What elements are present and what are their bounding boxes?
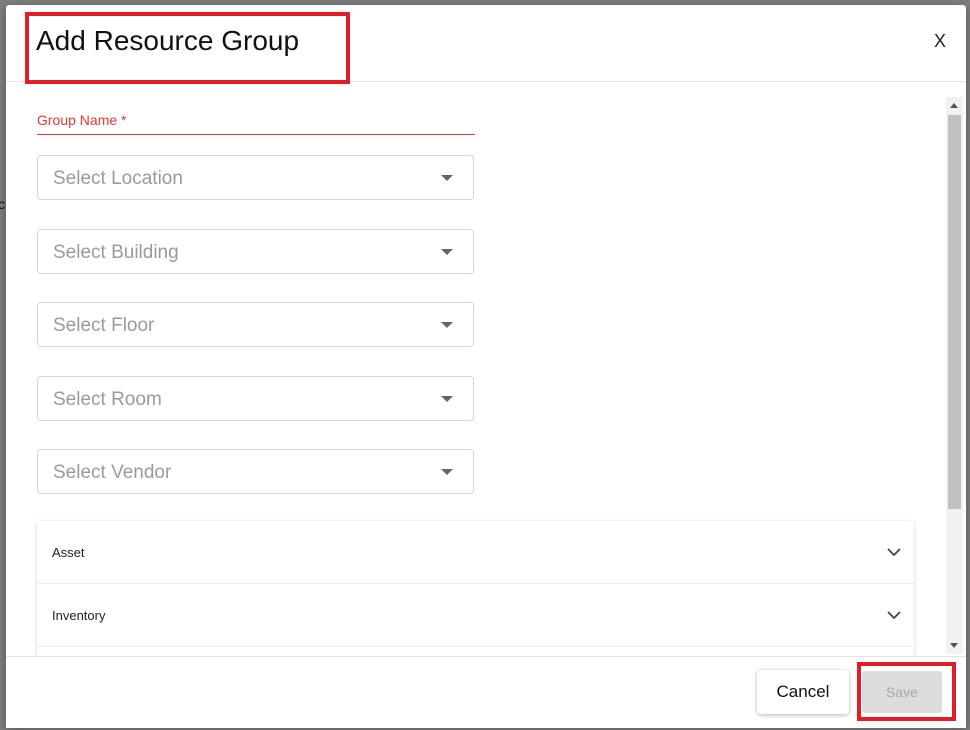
scroll-down-arrow-icon[interactable]	[950, 643, 958, 648]
select-floor-placeholder: Select Floor	[53, 315, 155, 336]
caret-down-icon	[441, 249, 453, 255]
select-building[interactable]: Select Building	[37, 229, 474, 274]
select-room-placeholder: Select Room	[53, 389, 162, 410]
select-vendor-placeholder: Select Vendor	[53, 462, 172, 483]
dialog-footer: Cancel Save	[6, 656, 966, 728]
chevron-down-icon	[887, 548, 901, 557]
background-page-text: c	[0, 196, 5, 212]
chevron-down-icon	[887, 611, 901, 620]
caret-down-icon	[441, 175, 453, 181]
dialog-body: Group Name * Select Location Select Buil…	[6, 82, 966, 656]
select-building-placeholder: Select Building	[53, 242, 179, 263]
add-resource-group-dialog: Add Resource Group X Group Name * Select…	[6, 5, 966, 728]
scroll-up-arrow-icon[interactable]	[950, 103, 958, 108]
caret-down-icon	[441, 396, 453, 402]
select-floor[interactable]: Select Floor	[37, 302, 474, 347]
accordion-item-label: Inventory	[52, 608, 106, 623]
dialog-header: Add Resource Group X	[6, 5, 966, 84]
scrollbar-thumb[interactable]	[948, 115, 961, 509]
select-vendor[interactable]: Select Vendor	[37, 449, 474, 494]
close-button[interactable]: X	[934, 31, 946, 52]
dialog-title: Add Resource Group	[36, 25, 300, 56]
vertical-scrollbar[interactable]	[946, 97, 963, 654]
cancel-button[interactable]: Cancel	[757, 670, 849, 714]
background-page-text: i	[0, 2, 2, 45]
caret-down-icon	[441, 469, 453, 475]
accordion-item-asset[interactable]: Asset	[37, 521, 914, 584]
resource-accordion: Asset Inventory	[37, 521, 914, 656]
select-location[interactable]: Select Location	[37, 155, 474, 200]
save-button[interactable]: Save	[862, 671, 942, 713]
group-name-field[interactable]: Group Name *	[37, 112, 475, 135]
select-room[interactable]: Select Room	[37, 376, 474, 421]
caret-down-icon	[441, 322, 453, 328]
accordion-item-label: Asset	[52, 545, 85, 560]
group-name-underline	[37, 134, 475, 135]
select-location-placeholder: Select Location	[53, 168, 183, 189]
accordion-item-inventory[interactable]: Inventory	[37, 584, 914, 647]
group-name-label: Group Name *	[37, 112, 127, 128]
